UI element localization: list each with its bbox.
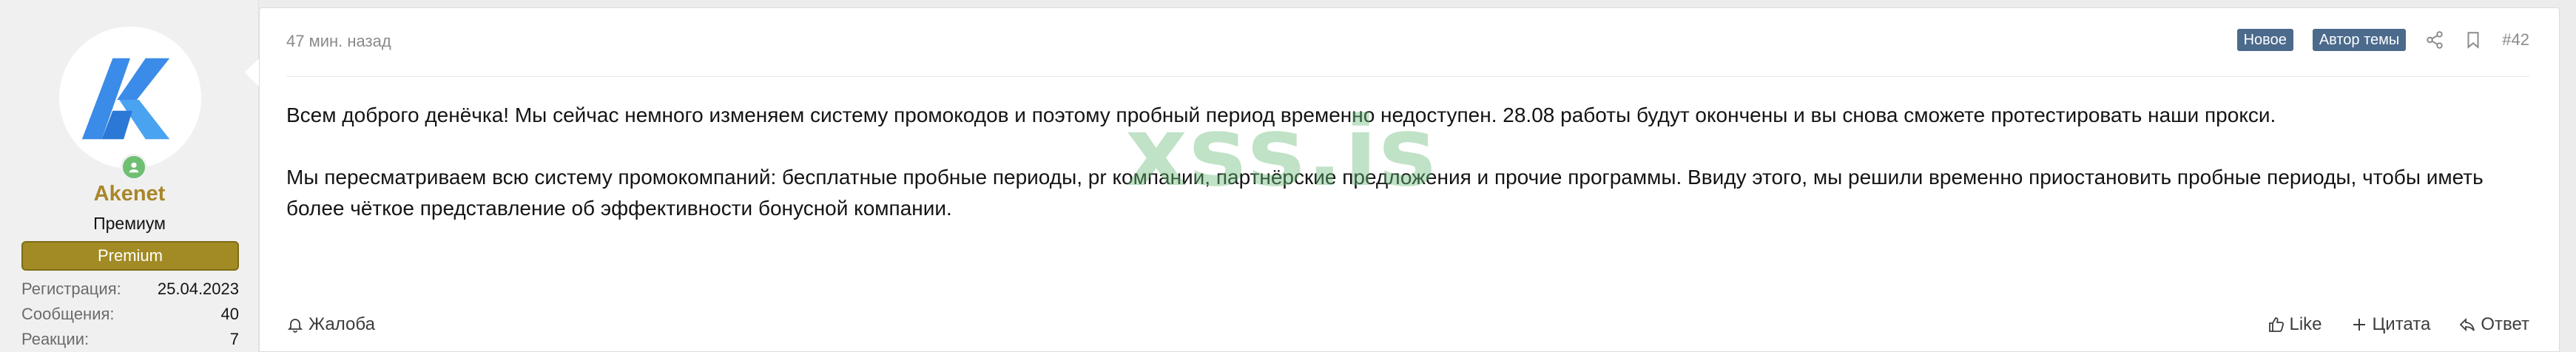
- post-header-actions: Новое Автор темы #42: [2236, 29, 2529, 51]
- reply-button[interactable]: Ответ: [2458, 314, 2529, 335]
- stat-label: Сообщения:: [21, 305, 115, 323]
- badges: Новое Автор темы: [2236, 29, 2407, 51]
- like-button[interactable]: Like: [2268, 314, 2322, 335]
- bell-icon: [287, 319, 303, 333]
- user-title: Премиум: [93, 214, 166, 233]
- post-footer: Жалоба Like Цитата Ответ: [286, 314, 2529, 344]
- reply-label: Ответ: [2481, 314, 2529, 334]
- stat-value: 25.04.2023: [157, 280, 239, 298]
- badge-new: Новое: [2236, 29, 2293, 51]
- post-paragraph: Мы пересматриваем всю систему промокомпа…: [286, 166, 2484, 220]
- user-panel: Akenet Премиум Premium Регистрация: 25.0…: [0, 0, 259, 352]
- badge-thread-author: Автор темы: [2312, 29, 2407, 51]
- akenet-logo-icon: [81, 58, 170, 140]
- plus-icon: [2353, 319, 2365, 331]
- online-user-icon: [121, 154, 147, 180]
- stat-label: Регистрация:: [21, 280, 121, 298]
- post-actions: Like Цитата Ответ: [2268, 314, 2529, 335]
- bookmark-icon[interactable]: [2464, 30, 2483, 50]
- stat-row-reactions: Реакции: 7: [21, 327, 239, 352]
- share-icon[interactable]: [2425, 30, 2444, 50]
- post-arrow: [245, 58, 260, 87]
- quote-label: Цитата: [2372, 314, 2431, 334]
- avatar[interactable]: [59, 27, 201, 169]
- reply-icon: [2460, 317, 2475, 332]
- stat-value[interactable]: 7: [230, 327, 239, 352]
- like-label: Like: [2289, 314, 2322, 334]
- post: 47 мин. назад Новое Автор темы #42 Всем …: [259, 7, 2560, 352]
- premium-banner: Premium: [21, 241, 239, 271]
- user-stats: Регистрация: 25.04.2023 Сообщения: 40 Ре…: [21, 277, 239, 352]
- stat-value[interactable]: 40: [221, 302, 239, 327]
- stat-row-messages: Сообщения: 40: [21, 302, 239, 327]
- report-button[interactable]: Жалоба: [286, 314, 375, 335]
- post-number[interactable]: #42: [2502, 30, 2529, 50]
- post-header: 47 мин. назад Новое Автор темы #42: [286, 8, 2529, 77]
- thumbs-up-icon: [2268, 317, 2284, 332]
- username[interactable]: Akenet: [0, 182, 259, 206]
- report-label: Жалоба: [308, 314, 375, 334]
- stat-row-registration: Регистрация: 25.04.2023: [21, 277, 239, 302]
- stat-label: Реакции:: [21, 330, 90, 348]
- post-content: Всем доброго денёчка! Мы сейчас немного …: [286, 100, 2529, 255]
- post-time[interactable]: 47 мин. назад: [286, 32, 391, 51]
- quote-button[interactable]: Цитата: [2350, 314, 2431, 335]
- post-paragraph: Всем доброго денёчка! Мы сейчас немного …: [286, 104, 2276, 126]
